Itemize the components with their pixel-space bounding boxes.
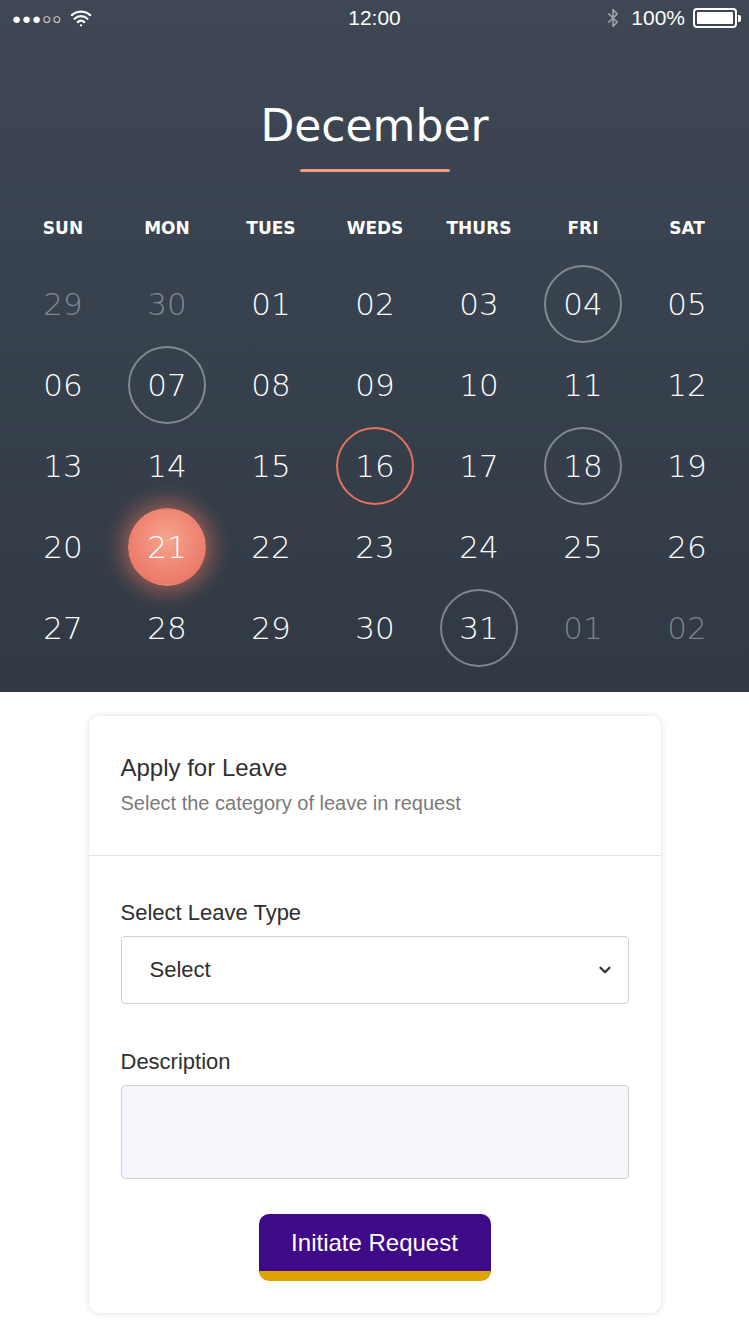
week-row: 06 07 08 09 10 11 12	[0, 344, 749, 425]
battery-percent: 100%	[631, 6, 685, 30]
calendar-day[interactable]: 03	[440, 265, 518, 343]
signal-strength: ●●●○○	[12, 10, 62, 27]
status-bar: ●●●○○ 12:00 100%	[0, 0, 749, 36]
week-row: 29 30 01 02 03 04 05	[0, 263, 749, 344]
weekday-label: MON	[115, 218, 219, 238]
weekday-label: TUES	[219, 218, 323, 238]
calendar-day[interactable]: 25	[544, 508, 622, 586]
calendar-day[interactable]: 02	[336, 265, 414, 343]
bluetooth-icon	[603, 8, 623, 28]
leave-type-select[interactable]: Select	[121, 936, 629, 1004]
calendar-day[interactable]: 14	[128, 427, 206, 505]
wifi-icon	[70, 7, 92, 29]
leave-screen: ●●●○○ 12:00 100% December SUNMONTUESWEDSTHUR…	[0, 0, 749, 1334]
calendar-day[interactable]: 26	[648, 508, 726, 586]
calendar-day[interactable]: 10	[440, 346, 518, 424]
card-title: Apply for Leave	[121, 754, 629, 782]
weekday-label: THURS	[427, 218, 531, 238]
calendar-day[interactable]: 02	[648, 589, 726, 667]
initiate-request-button[interactable]: Initiate Request	[259, 1214, 491, 1281]
card-subtitle: Select the category of leave in request	[121, 791, 629, 815]
calendar-day[interactable]: 31	[440, 589, 518, 667]
calendar-day[interactable]: 30	[128, 265, 206, 343]
calendar-day[interactable]: 01	[544, 589, 622, 667]
calendar-day[interactable]: 30	[336, 589, 414, 667]
calendar-day[interactable]: 16	[336, 427, 414, 505]
calendar-hero: ●●●○○ 12:00 100% December SUNMONTUESWEDSTHUR…	[0, 0, 749, 692]
weekday-header: SUNMONTUESWEDSTHURSFRISAT	[0, 218, 749, 238]
calendar-day[interactable]: 08	[232, 346, 310, 424]
calendar-grid: 29 30 01 02 03 04 05 06 07 08 09 10 11 12 13 14 15 16 17 18…	[0, 263, 749, 668]
calendar-day[interactable]: 21	[128, 508, 206, 586]
calendar-day[interactable]: 20	[24, 508, 102, 586]
calendar-day[interactable]: 22	[232, 508, 310, 586]
chevron-down-icon	[596, 961, 614, 979]
leave-card: Apply for Leave Select the category of le…	[89, 716, 661, 1313]
calendar-day[interactable]: 18	[544, 427, 622, 505]
calendar-day[interactable]: 11	[544, 346, 622, 424]
calendar-day[interactable]: 28	[128, 589, 206, 667]
description-input[interactable]	[121, 1085, 629, 1179]
status-time: 12:00	[348, 6, 401, 30]
weekday-label: WEDS	[323, 218, 427, 238]
description-label: Description	[121, 1049, 629, 1075]
card-body: Select Leave Type Select Description Initia…	[89, 856, 661, 1313]
weekday-label: FRI	[531, 218, 635, 238]
weekday-label: SAT	[635, 218, 739, 238]
week-row: 13 14 15 16 17 18 19	[0, 425, 749, 506]
calendar-day[interactable]: 04	[544, 265, 622, 343]
weekday-label: SUN	[11, 218, 115, 238]
calendar-day[interactable]: 01	[232, 265, 310, 343]
calendar-day[interactable]: 17	[440, 427, 518, 505]
calendar-day[interactable]: 29	[24, 265, 102, 343]
calendar-day[interactable]: 29	[232, 589, 310, 667]
leave-type-label: Select Leave Type	[121, 900, 629, 926]
calendar-day[interactable]: 24	[440, 508, 518, 586]
calendar-day[interactable]: 23	[336, 508, 414, 586]
calendar-day[interactable]: 07	[128, 346, 206, 424]
card-header: Apply for Leave Select the category of le…	[89, 716, 661, 856]
battery-icon	[693, 8, 737, 28]
calendar-day[interactable]: 09	[336, 346, 414, 424]
week-row: 27 28 29 30 31 01 02	[0, 587, 749, 668]
calendar-day[interactable]: 13	[24, 427, 102, 505]
month-underline	[300, 169, 450, 172]
calendar-day[interactable]: 05	[648, 265, 726, 343]
week-row: 20 21 22 23 24 25 26	[0, 506, 749, 587]
calendar-day[interactable]: 27	[24, 589, 102, 667]
calendar-day[interactable]: 19	[648, 427, 726, 505]
month-title: December	[0, 100, 749, 152]
calendar-day[interactable]: 12	[648, 346, 726, 424]
calendar-day[interactable]: 06	[24, 346, 102, 424]
calendar-day[interactable]: 15	[232, 427, 310, 505]
